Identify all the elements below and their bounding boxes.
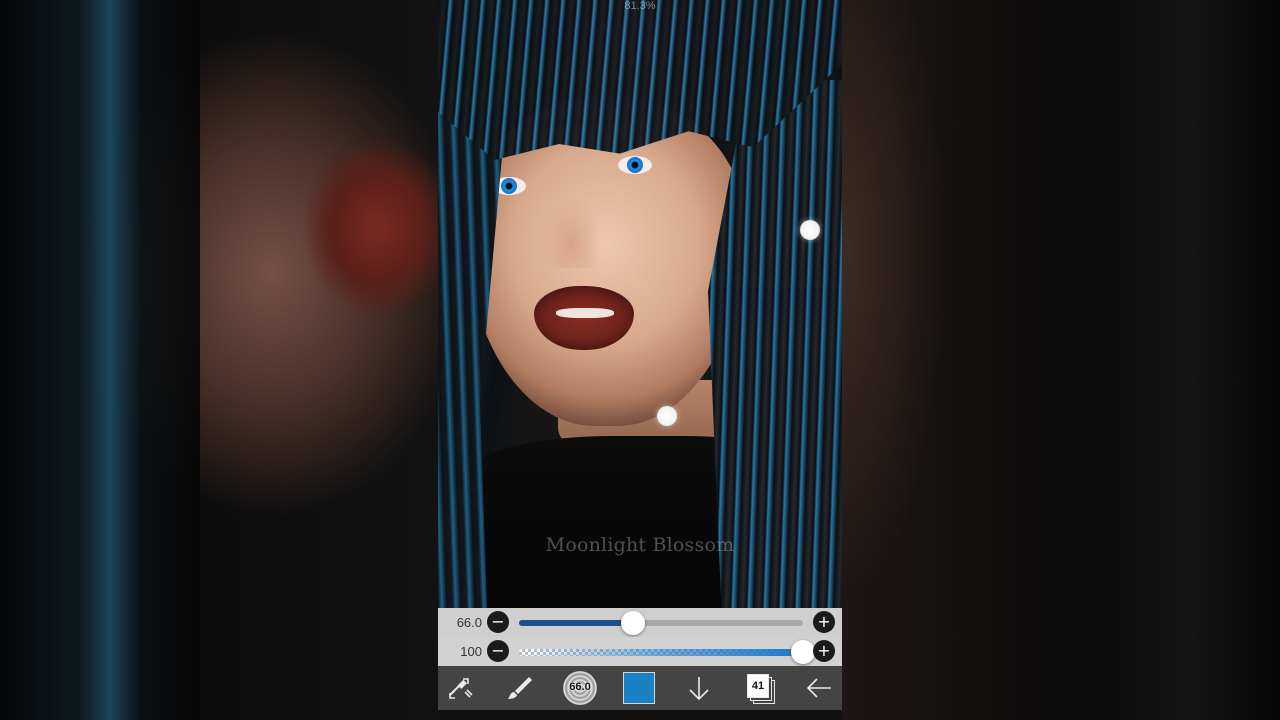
background-hair-right	[980, 0, 1280, 720]
opacity-increase-button[interactable]: +	[813, 640, 835, 662]
layer-count: 41	[747, 674, 769, 698]
right-eye	[618, 156, 652, 174]
opacity-decrease-button[interactable]: −	[487, 640, 509, 662]
phone-screen: 81.3% Moonlight Blossom 66.0 − + 100 − +	[438, 0, 842, 720]
watermark: Moonlight Blossom	[545, 534, 735, 556]
brush-settings-panel: 66.0 − + 100 − +	[438, 608, 842, 666]
zoom-level: 81.3%	[624, 0, 656, 12]
canvas-handle[interactable]	[657, 406, 677, 426]
brush-preview: 66.0	[563, 671, 597, 705]
background-lips	[308, 128, 438, 328]
background-blur-left	[0, 0, 438, 720]
size-slider-row: 66.0 − +	[438, 608, 842, 637]
layers-icon: 41	[744, 673, 775, 704]
canvas-handle[interactable]	[800, 220, 820, 240]
size-slider-fill	[519, 620, 633, 626]
size-slider[interactable]	[519, 611, 803, 635]
download-icon	[689, 677, 709, 701]
brush-size-text: 66.0	[569, 681, 591, 693]
layers-button[interactable]: 41	[741, 671, 777, 705]
download-button[interactable]	[681, 671, 717, 705]
opacity-slider[interactable]	[519, 640, 815, 664]
size-slider-thumb[interactable]	[620, 611, 645, 635]
bottom-bar	[438, 710, 842, 720]
background-hair	[0, 0, 200, 720]
brush-icon	[508, 677, 532, 699]
transform-icon	[449, 678, 473, 699]
color-swatch	[623, 672, 655, 704]
teeth	[556, 308, 614, 318]
brush-size-button[interactable]: 66.0	[562, 671, 598, 705]
opacity-slider-thumb[interactable]	[791, 640, 815, 664]
size-increase-button[interactable]: +	[813, 611, 835, 633]
size-value: 66.0	[456, 615, 482, 630]
transform-tool-button[interactable]	[442, 671, 478, 705]
nose	[542, 188, 600, 268]
back-arrow-icon	[806, 678, 831, 698]
brush-tool-button[interactable]	[502, 671, 538, 705]
color-button[interactable]	[621, 671, 657, 705]
bottom-toolbar: 66.0 41	[438, 666, 842, 710]
opacity-slider-row: 100 − +	[438, 637, 842, 666]
back-button[interactable]	[801, 671, 837, 705]
drawing-canvas[interactable]: 81.3% Moonlight Blossom	[438, 0, 842, 608]
size-decrease-button[interactable]: −	[487, 611, 509, 633]
background-blur-right	[842, 0, 1280, 720]
opacity-value: 100	[460, 644, 482, 659]
